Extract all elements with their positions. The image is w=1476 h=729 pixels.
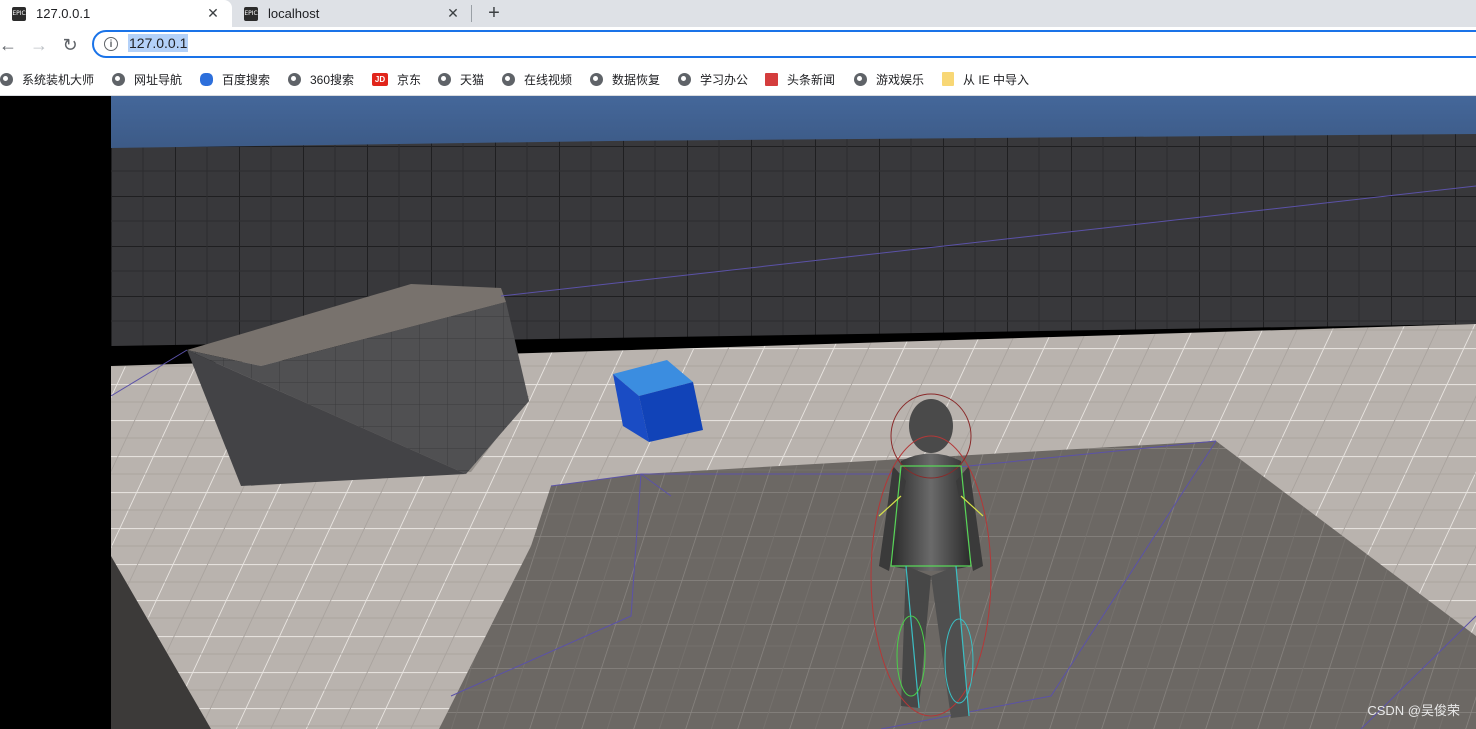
bookmark-item[interactable]: 游戏娱乐 — [854, 71, 924, 87]
tab-localhost[interactable]: EPIC localhost ✕ — [232, 0, 472, 27]
bookmark-label: 360搜索 — [310, 72, 355, 87]
bookmark-item[interactable]: 百度搜索 — [200, 71, 270, 87]
tab-127-0-0-1[interactable]: EPIC 127.0.0.1 ✕ — [0, 0, 232, 27]
globe-icon — [854, 72, 867, 86]
bookmark-item[interactable]: 网址导航 — [112, 71, 182, 87]
game-viewport[interactable]: CSDN @吴俊荣 — [0, 96, 1476, 729]
bookmarks-bar: 系统装机大师 网址导航 百度搜索 360搜索 JD 京东 天猫 在线视频 数据恢复… — [0, 63, 1476, 96]
bookmark-item[interactable]: 头条新闻 — [765, 71, 835, 87]
url-selection: 127.0.0.1 — [128, 34, 189, 52]
tab-title: localhost — [268, 6, 320, 21]
epic-games-icon: EPIC — [244, 6, 258, 21]
tab-divider — [471, 5, 472, 22]
tab-title: 127.0.0.1 — [36, 6, 91, 21]
bookmark-item[interactable]: 天猫 — [438, 71, 484, 87]
bookmark-label: 数据恢复 — [612, 72, 661, 87]
bookmark-item[interactable]: 在线视频 — [502, 71, 572, 87]
bookmark-item[interactable]: 系统装机大师 — [0, 71, 94, 87]
new-tab-button[interactable]: + — [482, 0, 506, 27]
browser-toolbar: ← → ↻ i 127.0.0.1 — [0, 27, 1476, 63]
close-icon[interactable]: ✕ — [444, 4, 462, 22]
tab-strip: EPIC 127.0.0.1 ✕ EPIC localhost ✕ + — [0, 0, 1476, 27]
bookmark-item[interactable]: 学习办公 — [678, 71, 748, 87]
bookmark-label: 从 IE 中导入 — [963, 72, 1030, 87]
bookmark-item[interactable]: 从 IE 中导入 — [942, 71, 1029, 87]
bookmark-label: 游戏娱乐 — [876, 72, 925, 87]
bookmark-label: 京东 — [397, 72, 422, 87]
url-text[interactable]: 127.0.0.1 — [128, 34, 189, 52]
address-bar[interactable]: i 127.0.0.1 — [92, 30, 1476, 58]
globe-icon — [112, 72, 125, 86]
reload-button[interactable]: ↻ — [58, 33, 82, 57]
bookmark-item[interactable]: JD 京东 — [372, 71, 421, 87]
game-scene — [111, 96, 1476, 729]
bookmark-item[interactable]: 数据恢复 — [590, 71, 660, 87]
bookmark-label: 系统装机大师 — [22, 72, 95, 87]
globe-icon — [590, 72, 603, 86]
baidu-paw-icon — [200, 72, 213, 86]
forward-button[interactable]: → — [27, 33, 51, 57]
bookmark-label: 百度搜索 — [222, 72, 271, 87]
globe-icon — [502, 72, 515, 86]
bookmark-label: 在线视频 — [524, 72, 573, 87]
info-icon[interactable]: i — [104, 37, 118, 51]
globe-icon — [288, 72, 301, 86]
bookmark-label: 天猫 — [460, 72, 485, 87]
globe-icon — [678, 72, 691, 86]
folder-icon — [942, 72, 954, 86]
watermark: CSDN @吴俊荣 — [1367, 703, 1460, 718]
epic-games-icon: EPIC — [12, 6, 26, 21]
globe-icon — [0, 72, 13, 86]
close-icon[interactable]: ✕ — [204, 4, 222, 22]
back-button[interactable]: ← — [0, 33, 20, 57]
bookmark-label: 学习办公 — [700, 72, 749, 87]
bookmark-label: 网址导航 — [134, 72, 183, 87]
globe-icon — [438, 72, 451, 86]
bookmark-item[interactable]: 360搜索 — [288, 71, 354, 87]
jd-icon: JD — [372, 72, 388, 86]
bookmark-label: 头条新闻 — [787, 72, 836, 87]
toutiao-icon — [765, 72, 778, 86]
